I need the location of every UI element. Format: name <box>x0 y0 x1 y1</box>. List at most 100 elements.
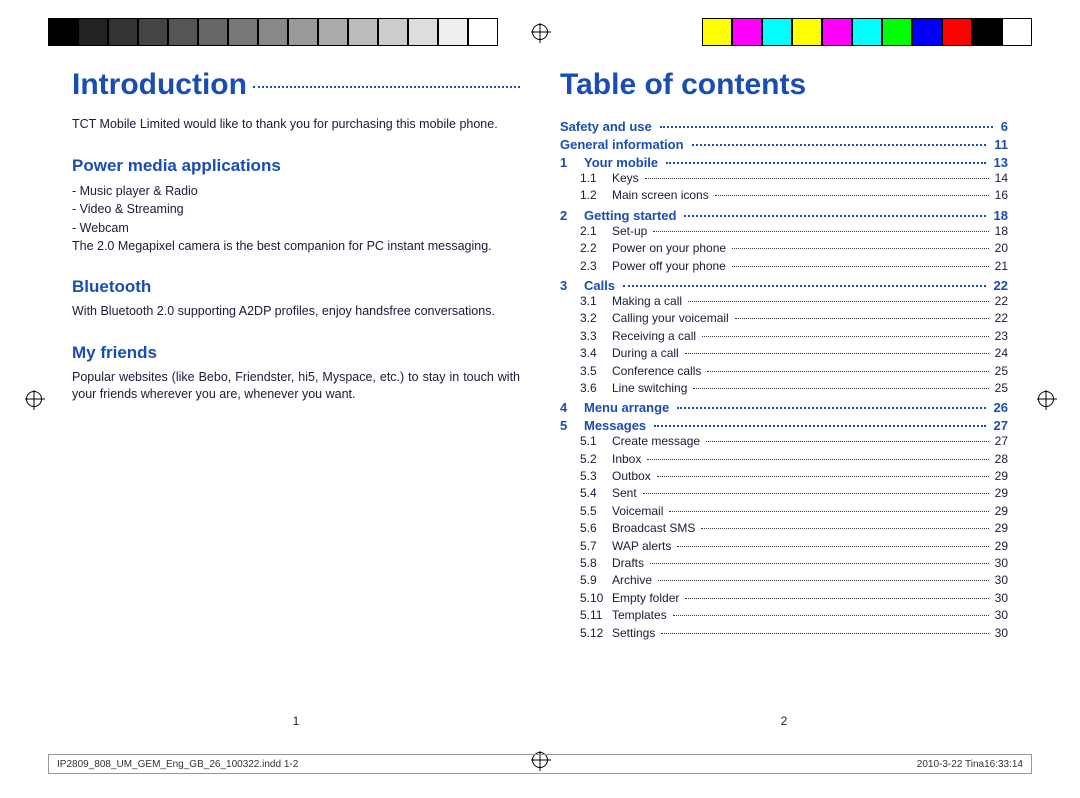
leader-dots <box>707 371 988 372</box>
color-swatch <box>792 18 822 46</box>
toc-section-label: Create message <box>612 433 700 450</box>
toc-chapter-label: Getting started <box>584 208 676 223</box>
footer-metadata-bar: IP2809_808_UM_GEM_Eng_GB_26_100322.indd … <box>48 754 1032 774</box>
toc-page-ref: 29 <box>995 503 1008 520</box>
toc-section-number: 2.2 <box>580 240 606 257</box>
toc-page-ref: 26 <box>994 400 1008 415</box>
toc-subentry: 2.3Power off your phone21 <box>560 258 1008 275</box>
toc-page-ref: 24 <box>995 345 1008 362</box>
leader-dots <box>653 231 988 232</box>
page-number: 1 <box>72 704 520 728</box>
toc-subentry: 2.2Power on your phone20 <box>560 240 1008 257</box>
leader-dots <box>654 425 985 427</box>
toc-section-label: Broadcast SMS <box>612 520 695 537</box>
toc-section-label: Sent <box>612 485 637 502</box>
toc-section-label: Receiving a call <box>612 328 696 345</box>
leader-dots <box>706 441 989 442</box>
toc-section-label: Conference calls <box>612 363 701 380</box>
toc-chapter-label: Your mobile <box>584 155 658 170</box>
toc-entry: Safety and use6 <box>560 119 1008 134</box>
leader-dots <box>623 285 985 287</box>
leader-dots <box>715 195 989 196</box>
toc-section-number: 5.2 <box>580 451 606 468</box>
bluetooth-paragraph: With Bluetooth 2.0 supporting A2DP profi… <box>72 303 520 321</box>
toc-page-ref: 29 <box>995 485 1008 502</box>
toc-chapter-number: 2 <box>560 208 576 223</box>
toc-page-ref: 29 <box>995 538 1008 555</box>
page-1: Introduction TCT Mobile Limited would li… <box>72 68 520 728</box>
toc-section-label: Templates <box>612 607 667 624</box>
color-swatch <box>258 18 288 46</box>
toc-section-label: Inbox <box>612 451 641 468</box>
toc-section-number: 5.11 <box>580 607 606 624</box>
toc-page-ref: 28 <box>995 451 1008 468</box>
leader-dots <box>643 493 989 494</box>
heading-bluetooth: Bluetooth <box>72 277 520 297</box>
color-swatch <box>438 18 468 46</box>
leader-dots <box>684 215 985 217</box>
toc-page-ref: 11 <box>994 137 1008 152</box>
toc-entry: 2Getting started18 <box>560 208 1008 223</box>
toc-page-ref: 22 <box>995 293 1008 310</box>
toc-page-ref: 22 <box>995 310 1008 327</box>
toc-subentry: 1.1Keys14 <box>560 170 1008 187</box>
color-swatch <box>138 18 168 46</box>
spread: Introduction TCT Mobile Limited would li… <box>72 68 1008 728</box>
color-swatch <box>1002 18 1032 46</box>
intro-paragraph: TCT Mobile Limited would like to thank y… <box>72 116 520 134</box>
toc-subentry: 5.5Voicemail29 <box>560 503 1008 520</box>
toc-container: Safety and use6General information111You… <box>560 116 1008 642</box>
leader-dots <box>677 407 985 409</box>
toc-section-label: Keys <box>612 170 639 187</box>
toc-chapter-label: Menu arrange <box>584 400 669 415</box>
toc-page-ref: 30 <box>995 572 1008 589</box>
registration-mark-icon <box>26 391 42 407</box>
leader-dots <box>677 546 988 547</box>
leader-dots <box>732 248 989 249</box>
color-swatch <box>378 18 408 46</box>
toc-section-number: 5.8 <box>580 555 606 572</box>
toc-page-ref: 21 <box>995 258 1008 275</box>
list-item: Video & Streaming <box>72 200 520 219</box>
toc-subentry: 5.12Settings30 <box>560 625 1008 642</box>
toc-section-number: 5.10 <box>580 590 606 607</box>
heading-introduction: Introduction <box>72 68 520 102</box>
toc-subentry: 5.4Sent29 <box>560 485 1008 502</box>
color-swatch <box>942 18 972 46</box>
heading-power-media: Power media applications <box>72 156 520 176</box>
toc-section-number: 5.3 <box>580 468 606 485</box>
color-swatch <box>762 18 792 46</box>
toc-section-label: WAP alerts <box>612 538 671 555</box>
toc-section-number: 5.12 <box>580 625 606 642</box>
heading-text: Introduction <box>72 68 247 102</box>
toc-page-ref: 16 <box>995 187 1008 204</box>
toc-section-label: Making a call <box>612 293 682 310</box>
leader-dots <box>701 528 988 529</box>
leader-dots <box>661 633 988 634</box>
color-swatch <box>198 18 228 46</box>
toc-page-ref: 27 <box>994 418 1008 433</box>
color-bar-left <box>48 18 498 46</box>
leader-dots <box>645 178 989 179</box>
color-swatch <box>702 18 732 46</box>
toc-page-ref: 30 <box>995 625 1008 642</box>
toc-chapter-number: 1 <box>560 155 576 170</box>
toc-subentry: 5.11Templates30 <box>560 607 1008 624</box>
registration-mark-icon <box>532 24 548 40</box>
footer-timestamp: 2010-3-22 Tina16:33:14 <box>917 759 1023 770</box>
toc-section-number: 1.1 <box>580 170 606 187</box>
toc-section-label: During a call <box>612 345 679 362</box>
color-swatch <box>318 18 348 46</box>
color-swatch <box>732 18 762 46</box>
toc-page-ref: 30 <box>995 590 1008 607</box>
leader-dots <box>702 336 989 337</box>
list-item: Webcam <box>72 219 520 238</box>
leader-dots <box>732 266 989 267</box>
leader-dots <box>669 511 988 512</box>
toc-chapter-label: General information <box>560 137 684 152</box>
toc-section-number: 5.9 <box>580 572 606 589</box>
toc-subentry: 3.1Making a call22 <box>560 293 1008 310</box>
toc-section-number: 3.4 <box>580 345 606 362</box>
toc-section-label: Calling your voicemail <box>612 310 729 327</box>
toc-page-ref: 23 <box>995 328 1008 345</box>
